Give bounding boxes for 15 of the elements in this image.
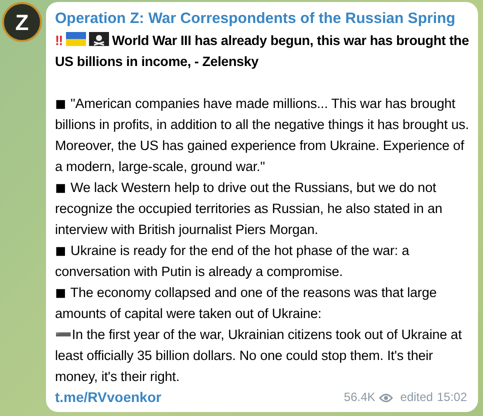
message-paragraph: ➖In the first year of the war, Ukrainian citizens took out of Ukraine at least officially 35 billion dollars. No one could stop them. It's their money, it's their right.	[55, 326, 463, 386]
message-paragraph: ◼ "American companies have made millions... This war has brought billions in profits, in addition to all the negative things it has brought us. Moreover, the US has gained experience from Ukraine. Experience of a modern, large-scale, ground war."	[55, 95, 469, 176]
channel-avatar[interactable]: Z	[2, 2, 42, 42]
message-paragraph: ◼ The economy collapsed and one of the reasons was that large amounts of capital were taken out of Ukraine:	[55, 284, 438, 323]
message-paragraph: ◼ We lack Western help to drive out the Russians, but we do not recognize the occupied territories as Russian, he also stated in an interview with British journalist Piers Morgan.	[55, 179, 444, 239]
eye-icon	[379, 392, 394, 402]
channel-link[interactable]: t.me/RVvoenkor	[55, 387, 162, 408]
message-paragraph: ◼ Ukraine is ready for the end of the hot phase of the war: a conversation with Putin is already a compromise.	[55, 242, 410, 281]
message-time: 15:02	[436, 389, 467, 406]
pirate-flag-icon	[88, 32, 109, 46]
ukraine-flag-icon	[66, 32, 86, 46]
message-headline: ‼ World War III has already begun, this war has brought the US billions in income, - Zelensky	[55, 31, 469, 71]
channel-name[interactable]: Operation Z: War Correspondents of the Russian Spring	[55, 8, 469, 30]
view-count: 56.4K	[344, 389, 376, 406]
edited-label: edited	[400, 389, 433, 406]
